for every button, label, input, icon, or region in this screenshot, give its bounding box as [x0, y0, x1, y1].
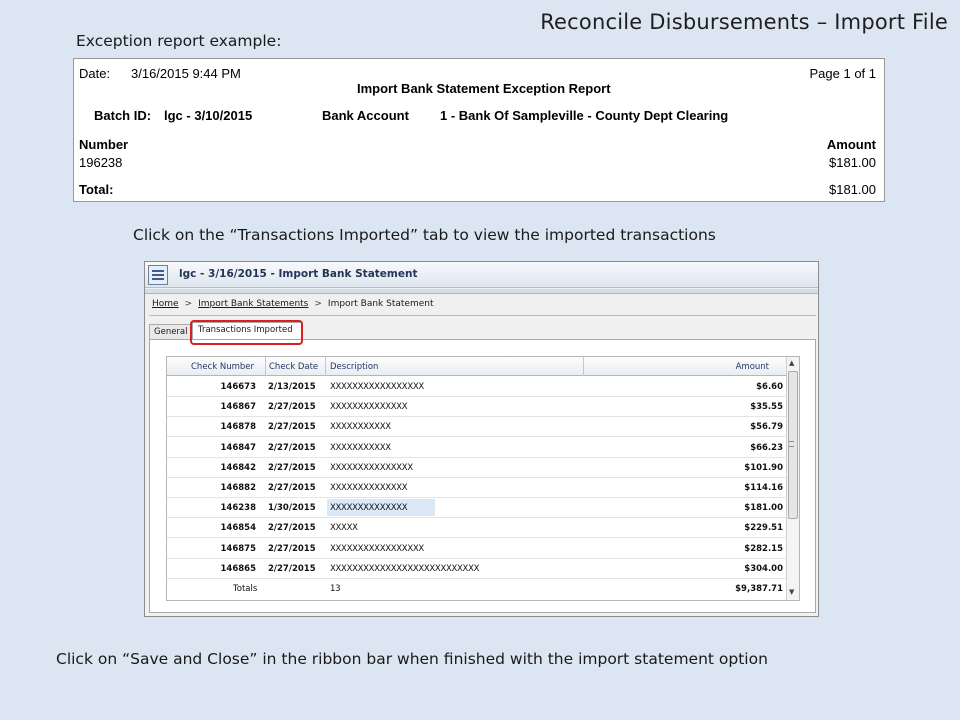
report-title: Import Bank Statement Exception Report [357, 81, 611, 96]
cell-check-number: 146882 [220, 483, 257, 493]
totals-label: Totals [233, 584, 258, 594]
cell-amount: $304.00 [744, 563, 783, 574]
column-header-description[interactable]: Description [330, 362, 378, 372]
grid-header: Check Number Check Date Description Amou… [167, 357, 787, 376]
cell-description: XXXXXXXXXXXXXXX [330, 462, 413, 473]
cell-amount: $114.16 [744, 483, 783, 493]
cell-check-date: 2/27/2015 [268, 462, 316, 473]
tab-highlight-callout [190, 320, 303, 345]
caption-save-and-close: Click on “Save and Close” in the ribbon … [56, 650, 768, 668]
cell-amount: $101.90 [744, 462, 783, 473]
cell-check-date: 2/27/2015 [268, 402, 316, 413]
cell-check-number: 146847 [220, 442, 257, 453]
breadcrumb-current: Import Bank Statement [327, 299, 434, 309]
cell-description: XXXXXXXXXXXXXXXXX [330, 382, 424, 392]
table-row[interactable]: 146854 2/27/2015 XXXXX $229.51 [167, 518, 787, 539]
cell-check-number: 146673 [220, 382, 257, 392]
table-row[interactable]: 146673 2/13/2015 XXXXXXXXXXXXXXXXX $6.60 [167, 377, 787, 397]
report-batch-label: Batch ID: [94, 108, 152, 123]
table-row[interactable]: 146882 2/27/2015 XXXXXXXXXXXXXX $114.16 [167, 478, 787, 498]
cell-description: XXXXXXXXXXXXXXXXX [330, 543, 424, 554]
cell-check-date: 2/13/2015 [268, 382, 316, 392]
cell-check-number: 146867 [220, 402, 257, 413]
table-row[interactable]: 146847 2/27/2015 XXXXXXXXXXX $66.23 [167, 438, 787, 458]
cell-amount: $181.00 [744, 503, 783, 514]
report-batch-value: lgc - 3/10/2015 [164, 108, 253, 123]
table-row[interactable]: 146875 2/27/2015 XXXXXXXXXXXXXXXXX $282.15 [167, 539, 787, 559]
cell-check-number: 146878 [220, 422, 257, 433]
form-icon[interactable] [148, 265, 168, 285]
transactions-grid: Check Number Check Date Description Amou… [166, 356, 800, 601]
ribbon-strip [145, 289, 818, 294]
cell-check-date: 2/27/2015 [268, 483, 316, 493]
cell-description: XXXXXXXXXXX [330, 422, 391, 433]
cell-description: XXXXXXXXXXXXXX [330, 483, 408, 493]
cell-check-number: 146865 [220, 563, 257, 574]
cell-check-date: 2/27/2015 [268, 563, 316, 574]
cell-check-date: 2/27/2015 [268, 422, 316, 433]
cell-amount: $66.23 [750, 442, 783, 453]
cell-description: XXXXX [330, 523, 358, 534]
scroll-down-icon[interactable]: ▼ [789, 588, 794, 596]
column-header-amount[interactable]: Amount [736, 362, 769, 372]
report-account-value: 1 - Bank Of Sampleville - County Dept Cl… [440, 108, 729, 123]
grip-icon [789, 441, 794, 447]
report-total-label: Total: [79, 182, 114, 197]
cell-amount: $35.55 [750, 402, 783, 413]
report-row-number: 196238 [79, 155, 123, 170]
cell-check-date: 1/30/2015 [268, 503, 316, 514]
window-title: lgc - 3/16/2015 - Import Bank Statement [179, 268, 418, 280]
report-total-value: $181.00 [829, 182, 876, 197]
slide-title: Reconcile Disbursements – Import File [540, 10, 948, 34]
divider [149, 315, 816, 316]
totals-amount: $9,387.71 [735, 584, 783, 594]
totals-row: Totals 13 $9,387.71 [167, 579, 787, 599]
report-date-label: Date: [79, 66, 111, 81]
breadcrumb: Home > Import Bank Statements > Import Bank … [152, 299, 433, 309]
column-header-check-number[interactable]: Check Number [191, 362, 254, 372]
window-title-bar: lgc - 3/16/2015 - Import Bank Statement [145, 262, 818, 288]
caption-exception-report: Exception report example: [76, 32, 282, 50]
cell-check-date: 2/27/2015 [268, 442, 316, 453]
vertical-scrollbar[interactable]: ▲ ▼ [786, 357, 799, 600]
cell-amount: $229.51 [744, 523, 783, 534]
column-header-check-date[interactable]: Check Date [269, 362, 318, 372]
cell-amount: $6.60 [756, 382, 783, 392]
caption-transactions-tab: Click on the “Transactions Imported” tab… [133, 226, 716, 244]
cell-description: XXXXXXXXXXXXXX [330, 402, 408, 413]
cell-check-number: 146854 [220, 523, 257, 534]
exception-report: Date: 3/16/2015 9:44 PM Page 1 of 1 Impo… [73, 58, 885, 202]
report-number-header: Number [79, 137, 129, 152]
cell-description: XXXXXXXXXXXXXX [330, 503, 408, 514]
breadcrumb-import-bank-statements[interactable]: Import Bank Statements [198, 299, 308, 309]
report-row-amount: $181.00 [829, 155, 876, 170]
breadcrumb-separator-icon: > [184, 299, 193, 309]
cell-amount: $282.15 [744, 543, 783, 554]
cell-check-date: 2/27/2015 [268, 543, 316, 554]
cell-check-number: 146875 [220, 543, 257, 554]
cell-check-date: 2/27/2015 [268, 523, 316, 534]
cell-check-number: 146842 [220, 462, 257, 473]
report-account-label: Bank Account [322, 108, 409, 123]
cell-description: XXXXXXXXXXX [330, 442, 391, 453]
cell-description: XXXXXXXXXXXXXXXXXXXXXXXXXXX [330, 563, 480, 574]
breadcrumb-home[interactable]: Home [152, 299, 179, 309]
cell-check-number: 146238 [220, 503, 257, 514]
table-row[interactable]: 146865 2/27/2015 XXXXXXXXXXXXXXXXXXXXXXXXX… [167, 559, 787, 579]
table-row[interactable]: 146842 2/27/2015 XXXXXXXXXXXXXXX $101.90 [167, 458, 787, 478]
table-row[interactable]: 146867 2/27/2015 XXXXXXXXXXXXXX $35.55 [167, 397, 787, 418]
table-row[interactable]: 146238 1/30/2015 XXXXXXXXXXXXXX $181.00 [167, 498, 787, 519]
cell-amount: $56.79 [750, 422, 783, 433]
table-row[interactable]: 146878 2/27/2015 XXXXXXXXXXX $56.79 [167, 417, 787, 438]
report-amount-header: Amount [826, 137, 876, 152]
report-date-value: 3/16/2015 9:44 PM [131, 66, 241, 81]
scroll-up-icon[interactable]: ▲ [789, 359, 794, 367]
tab-general[interactable]: General [149, 324, 191, 339]
report-page: Page 1 of 1 [809, 66, 877, 81]
totals-count: 13 [330, 584, 341, 594]
breadcrumb-separator-icon: > [314, 299, 322, 309]
